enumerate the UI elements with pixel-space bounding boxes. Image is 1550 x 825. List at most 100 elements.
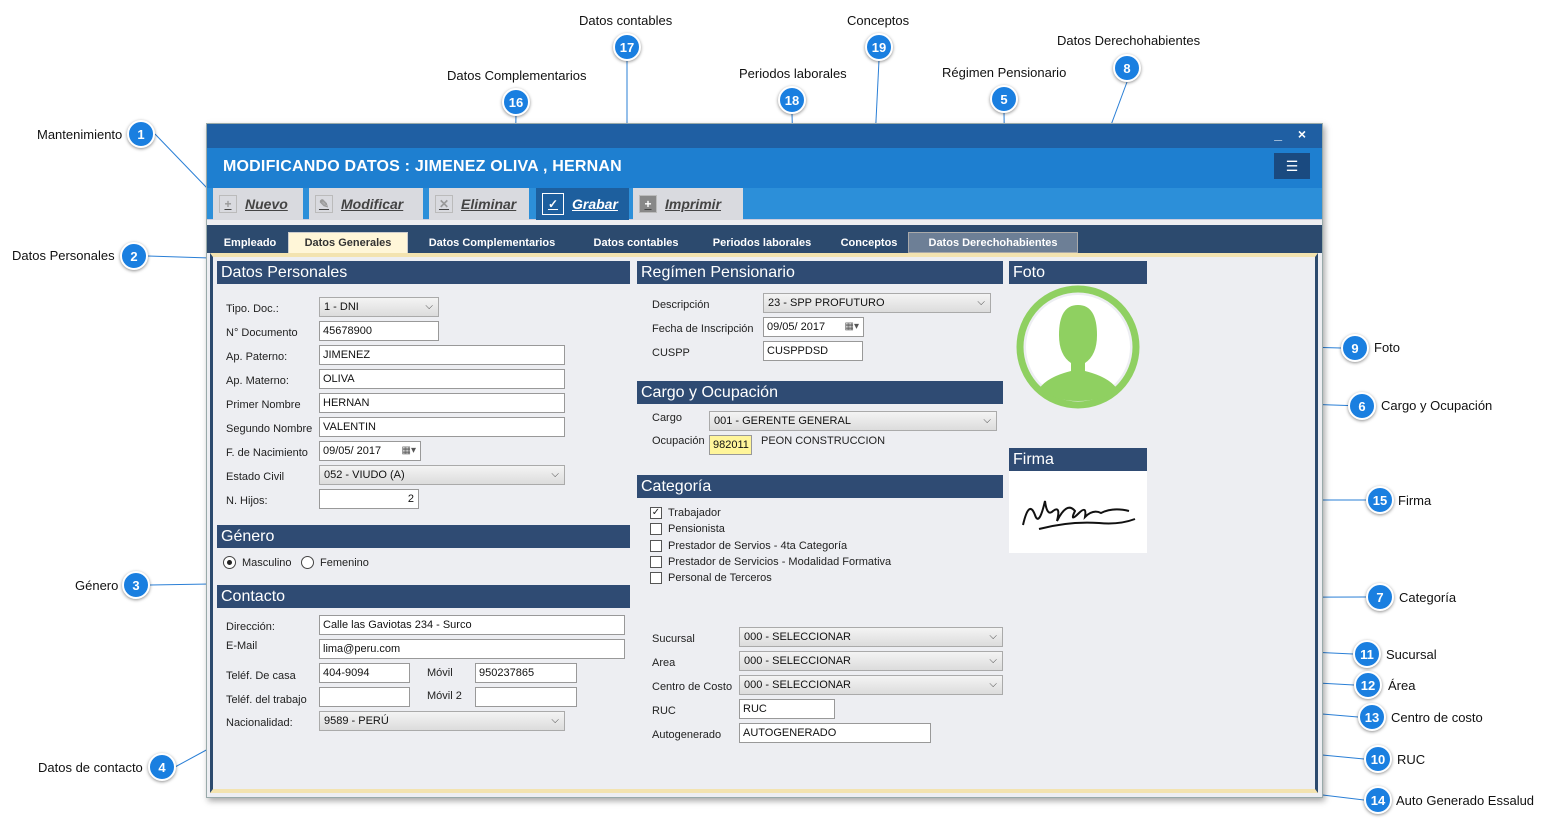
trabajador-checkbox[interactable]: ✓ — [650, 507, 662, 519]
callout-label: Foto — [1374, 340, 1401, 355]
nacionalidad-value: 9589 - PERÚ — [324, 715, 389, 727]
nacionalidad-select[interactable]: 9589 - PERÚ ⌵ — [319, 711, 565, 731]
callout-badge: 11 — [1353, 640, 1381, 668]
eliminar-label: Eliminar — [461, 196, 517, 212]
documento-input[interactable]: 45678900 — [319, 321, 439, 341]
section-contacto: Contacto — [217, 585, 630, 608]
callout-label: RUC — [1397, 752, 1426, 767]
cargo-select[interactable]: 001 - GERENTE GENERAL ⌵ — [709, 411, 997, 431]
masculino-radio[interactable] — [223, 556, 236, 569]
tab-conceptos[interactable]: Conceptos — [829, 232, 909, 253]
estado-civil-label: Estado Civil — [226, 471, 285, 483]
direccion-label: Dirección: — [226, 621, 275, 633]
movil-input[interactable]: 950237865 — [475, 663, 577, 683]
callout-badge: 9 — [1341, 334, 1369, 362]
window-title: MODIFICANDO DATOS : JIMENEZ OLIVA , HERN… — [223, 158, 622, 175]
chevron-down-icon: ⌵ — [983, 415, 991, 426]
window-header: MODIFICANDO DATOS : JIMENEZ OLIVA , HERN… — [207, 148, 1322, 188]
segundo-nombre-input[interactable]: VALENTIN — [319, 417, 565, 437]
tab-datos-complementarios[interactable]: Datos Complementarios — [412, 232, 572, 253]
cuspp-input[interactable]: CUSPPDSD — [763, 341, 863, 361]
hijos-label: N. Hijos: — [226, 495, 268, 507]
estado-civil-value: 052 - VIUDO (A) — [324, 469, 405, 481]
movil2-input[interactable] — [475, 687, 577, 707]
inscripcion-date-picker[interactable]: 09/05/ 2017 ▦▾ — [763, 317, 864, 337]
eliminar-button[interactable]: ✕ Eliminar — [429, 188, 529, 220]
photo-placeholder-icon[interactable] — [1009, 285, 1147, 410]
primer-nombre-input[interactable]: HERNAN — [319, 393, 565, 413]
employee-edit-window: _ × MODIFICANDO DATOS : JIMENEZ OLIVA , … — [206, 123, 1323, 798]
nacimiento-label: F. de Nacimiento — [226, 447, 308, 459]
terceros-checkbox[interactable] — [650, 572, 662, 584]
nuevo-button[interactable]: + Nuevo — [213, 188, 303, 220]
femenino-radio[interactable] — [301, 556, 314, 569]
tipo-doc-value: 1 - DNI — [324, 301, 359, 313]
modificar-label: Modificar — [341, 196, 404, 212]
ocupacion-code-input[interactable]: 982011 — [709, 435, 752, 455]
callout-label: Género — [75, 578, 119, 593]
section-regimen-pensionario: Regímen Pensionario — [637, 261, 1003, 284]
nacimiento-value: 09/05/ 2017 — [323, 445, 382, 457]
calendar-icon[interactable]: ▦▾ — [402, 442, 416, 460]
nacimiento-date-picker[interactable]: 09/05/ 2017 ▦▾ — [319, 441, 421, 461]
ocupacion-label: Ocupación — [652, 435, 705, 447]
chevron-down-icon: ⌵ — [425, 301, 433, 312]
toolbar: + Nuevo ✎ Modificar ✕ Eliminar ✓ Grabar + Imp… — [207, 188, 1322, 220]
direccion-input[interactable]: Calle las Gaviotas 234 - Surco — [319, 615, 625, 635]
callout-label: Cargo y Ocupación — [1381, 398, 1493, 413]
email-input[interactable]: lima@peru.com — [319, 639, 625, 659]
ap-paterno-label: Ap. Paterno: — [226, 351, 288, 363]
primer-nombre-label: Primer Nombre — [226, 399, 301, 411]
tipo-doc-select[interactable]: 1 - DNI ⌵ — [319, 297, 439, 317]
callout-badge: 4 — [148, 753, 176, 781]
masculino-label: Masculino — [242, 557, 292, 569]
calendar-icon[interactable]: ▦▾ — [845, 318, 859, 336]
chevron-down-icon: ⌵ — [989, 679, 997, 690]
grabar-button[interactable]: ✓ Grabar — [536, 188, 629, 220]
callout-label: Periodos laborales — [739, 66, 847, 81]
tel-trabajo-label: Teléf. del trabajo — [226, 694, 307, 706]
callout-label: Área — [1388, 678, 1416, 693]
callout-label: Firma — [1398, 493, 1432, 508]
estado-civil-select[interactable]: 052 - VIUDO (A) ⌵ — [319, 465, 565, 485]
descripcion-select[interactable]: 23 - SPP PROFUTURO ⌵ — [763, 293, 991, 313]
sucursal-select[interactable]: 000 - SELECCIONAR ⌵ — [739, 627, 1003, 647]
categoria-item-label: Prestador de Servios - 4ta Categoría — [668, 540, 848, 552]
minimize-icon[interactable]: _ — [1274, 126, 1282, 142]
tel-trabajo-input[interactable] — [319, 687, 410, 707]
chevron-down-icon: ⌵ — [551, 469, 559, 480]
pensionista-checkbox[interactable] — [650, 523, 662, 535]
signature-image[interactable] — [1009, 471, 1147, 553]
ap-materno-input[interactable]: OLIVA — [319, 369, 565, 389]
ruc-input[interactable]: RUC — [739, 699, 835, 719]
cuspp-label: CUSPP — [652, 347, 690, 359]
nuevo-label: Nuevo — [245, 196, 288, 212]
tab-datos-generales[interactable]: Datos Generales — [288, 232, 408, 253]
chevron-down-icon: ⌵ — [989, 655, 997, 666]
prestador-4ta-checkbox[interactable] — [650, 540, 662, 552]
ruc-label: RUC — [652, 705, 676, 717]
tab-periodos-laborales[interactable]: Periodos laborales — [700, 232, 824, 253]
inscripcion-value: 09/05/ 2017 — [767, 321, 826, 333]
callout-label: Categoría — [1399, 590, 1457, 605]
close-icon[interactable]: × — [1298, 126, 1306, 142]
window-titlebar: _ × — [207, 124, 1322, 148]
callout-badge: 7 — [1366, 583, 1394, 611]
movil-label: Móvil — [427, 667, 453, 679]
tab-datos-derechohabientes[interactable]: Datos Derechohabientes — [908, 232, 1078, 253]
descripcion-value: 23 - SPP PROFUTURO — [768, 297, 885, 309]
ap-paterno-input[interactable]: JIMENEZ — [319, 345, 565, 365]
tab-datos-contables[interactable]: Datos contables — [577, 232, 695, 253]
tab-empleado[interactable]: Empleado — [211, 232, 289, 253]
tel-casa-input[interactable]: 404-9094 — [319, 663, 410, 683]
prestador-formativa-checkbox[interactable] — [650, 556, 662, 568]
categoria-item-label: Personal de Terceros — [668, 572, 772, 584]
callout-label: Datos Complementarios — [447, 68, 587, 83]
autogenerado-input[interactable]: AUTOGENERADO — [739, 723, 931, 743]
centro-costo-select[interactable]: 000 - SELECCIONAR ⌵ — [739, 675, 1003, 695]
area-select[interactable]: 000 - SELECCIONAR ⌵ — [739, 651, 1003, 671]
hijos-input[interactable]: 2 — [319, 489, 419, 509]
menu-icon[interactable]: ☰ — [1274, 153, 1310, 179]
imprimir-button[interactable]: + Imprimir — [633, 188, 743, 220]
modificar-button[interactable]: ✎ Modificar — [309, 188, 423, 220]
